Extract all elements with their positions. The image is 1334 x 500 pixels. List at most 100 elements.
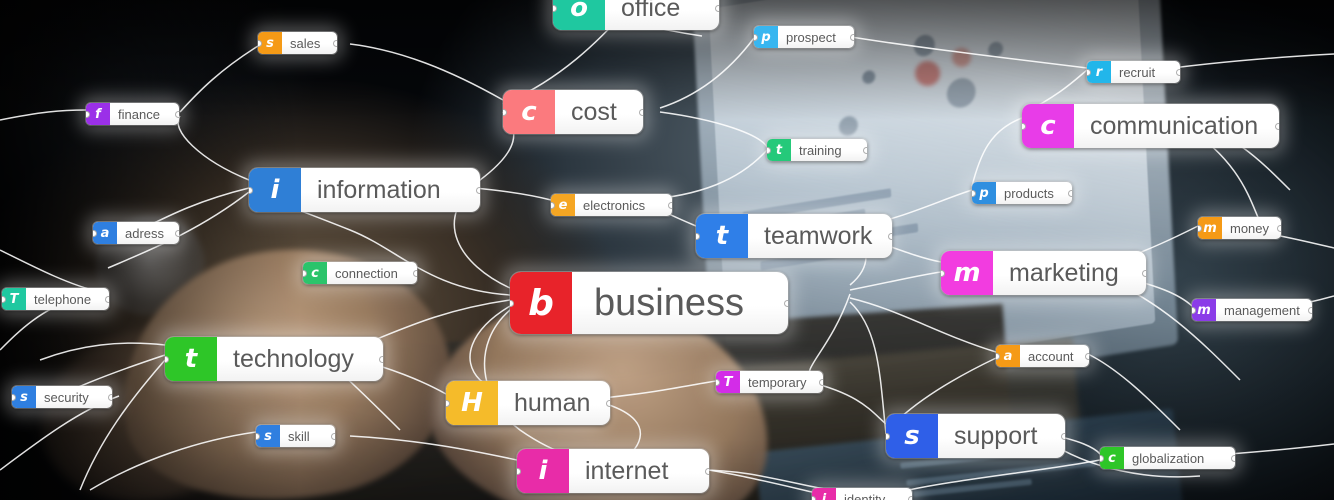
mindmap-node-recruit[interactable]: r recruit [1087, 61, 1180, 83]
mindmap-node-identity[interactable]: i identity [812, 488, 912, 500]
node-connector-right [908, 496, 912, 500]
mindmap-node-training[interactable]: t training [767, 139, 867, 161]
node-label: training [799, 142, 842, 158]
node-connector-right [850, 34, 854, 41]
node-connector-right [888, 233, 893, 240]
node-label: connection [335, 265, 398, 281]
business-badge-icon: b [510, 272, 572, 334]
node-connector-right [105, 296, 109, 303]
node-label: electronics [583, 197, 646, 213]
node-connector-right [1085, 353, 1089, 360]
mindmap-node-account[interactable]: a account [996, 345, 1089, 367]
node-connector-right [863, 147, 867, 154]
mindmap-node-electronics[interactable]: e electronics [551, 194, 672, 216]
node-connector-right [1142, 270, 1146, 277]
node-connector-right [819, 379, 823, 386]
mindmap-node-globalization[interactable]: c globalization [1100, 447, 1235, 469]
node-label: telephone [34, 291, 92, 307]
node-connector-right [1176, 69, 1180, 76]
node-label: management [1224, 302, 1300, 318]
node-label: communication [1090, 111, 1259, 140]
mindmap-node-marketing[interactable]: m marketing [941, 251, 1146, 295]
node-connector-right [1231, 455, 1235, 462]
node-connector-right [705, 468, 709, 475]
mindmap-node-prospect[interactable]: p prospect [754, 26, 854, 48]
node-label: temporary [748, 374, 807, 390]
mindmap-node-skill[interactable]: s skill [256, 425, 335, 447]
mindmap-node-business[interactable]: b business [510, 272, 788, 334]
internet-badge-icon: i [517, 449, 569, 493]
mindmap-node-cost[interactable]: c cost [503, 90, 643, 134]
node-label: support [954, 421, 1038, 450]
node-label: account [1028, 348, 1074, 364]
node-label: skill [288, 428, 310, 444]
mindmap-node-adress[interactable]: a adress [93, 222, 179, 244]
node-label: money [1230, 220, 1270, 236]
support-badge-icon: s [886, 414, 938, 458]
marketing-badge-icon: m [941, 251, 993, 295]
node-connector-right [1061, 433, 1065, 440]
mindmap-node-technology[interactable]: t technology [165, 337, 383, 381]
node-label: prospect [786, 29, 836, 45]
office-badge-icon: o [553, 0, 605, 30]
node-label: technology [233, 344, 354, 373]
mindmap-node-support[interactable]: s support [886, 414, 1065, 458]
node-label: office [621, 0, 681, 22]
mindmap-node-connection[interactable]: c connection [303, 262, 417, 284]
node-connector-right [331, 433, 335, 440]
node-connector-right [1307, 307, 1312, 314]
mindmap-node-temporary[interactable]: Ttemporary [716, 371, 823, 393]
node-label: business [594, 281, 744, 324]
node-connector-right [639, 109, 643, 116]
node-label: products [1004, 185, 1054, 201]
node-connector-left [812, 496, 816, 500]
node-connector-right [715, 5, 719, 12]
mindmap-node-office[interactable]: o office [553, 0, 719, 30]
node-connector-right [175, 230, 179, 237]
mindmap-node-internet[interactable]: i internet [517, 449, 709, 493]
node-label: finance [118, 106, 160, 122]
mindmap-node-sales[interactable]: s sales [258, 32, 337, 54]
node-label: identity [844, 491, 886, 500]
node-connector-right [476, 187, 480, 194]
node-connector-right [668, 202, 672, 209]
mindmap-node-products[interactable]: p products [972, 182, 1072, 204]
node-connector-right [108, 394, 112, 401]
mindmap-node-information[interactable]: i information [249, 168, 480, 212]
node-connector-right [413, 270, 417, 277]
node-label: sales [290, 35, 321, 51]
mindmap-node-telephone[interactable]: Ttelephone [2, 288, 109, 310]
node-connector-right [1068, 190, 1072, 197]
teamwork-badge-icon: t [696, 214, 748, 258]
node-label: teamwork [764, 221, 873, 250]
node-label: internet [585, 456, 669, 485]
node-connector-right [784, 300, 788, 307]
node-label: security [44, 389, 89, 405]
mindmap-node-teamwork[interactable]: t teamwork [696, 214, 893, 258]
mindmap-canvas: b business o office s sales p prospect r recruit c… [0, 0, 1334, 500]
node-connector-right [606, 400, 611, 407]
node-connector-right [175, 111, 179, 118]
technology-badge-icon: t [165, 337, 217, 381]
mindmap-node-money[interactable]: m money [1198, 217, 1282, 239]
node-label: human [514, 388, 591, 417]
node-label: information [317, 175, 441, 204]
information-badge-icon: i [249, 168, 301, 212]
node-label: recruit [1119, 64, 1156, 80]
node-label: marketing [1009, 258, 1119, 287]
mindmap-node-management[interactable]: m management [1192, 299, 1312, 321]
mindmap-node-finance[interactable]: f finance [86, 103, 179, 125]
node-connector-right [1277, 225, 1282, 232]
node-connector-right [379, 356, 383, 363]
node-label: adress [125, 225, 165, 241]
communication-badge-icon: c [1022, 104, 1074, 148]
node-label: globalization [1132, 450, 1205, 466]
mindmap-node-communication[interactable]: c communication [1022, 104, 1279, 148]
mindmap-node-human[interactable]: Hhuman [446, 381, 611, 425]
node-connector-right [333, 40, 337, 47]
node-label: cost [571, 97, 617, 126]
mindmap-node-security[interactable]: s security [12, 386, 112, 408]
human-badge-icon: H [446, 381, 498, 425]
cost-badge-icon: c [503, 90, 555, 134]
node-connector-right [1275, 123, 1279, 130]
